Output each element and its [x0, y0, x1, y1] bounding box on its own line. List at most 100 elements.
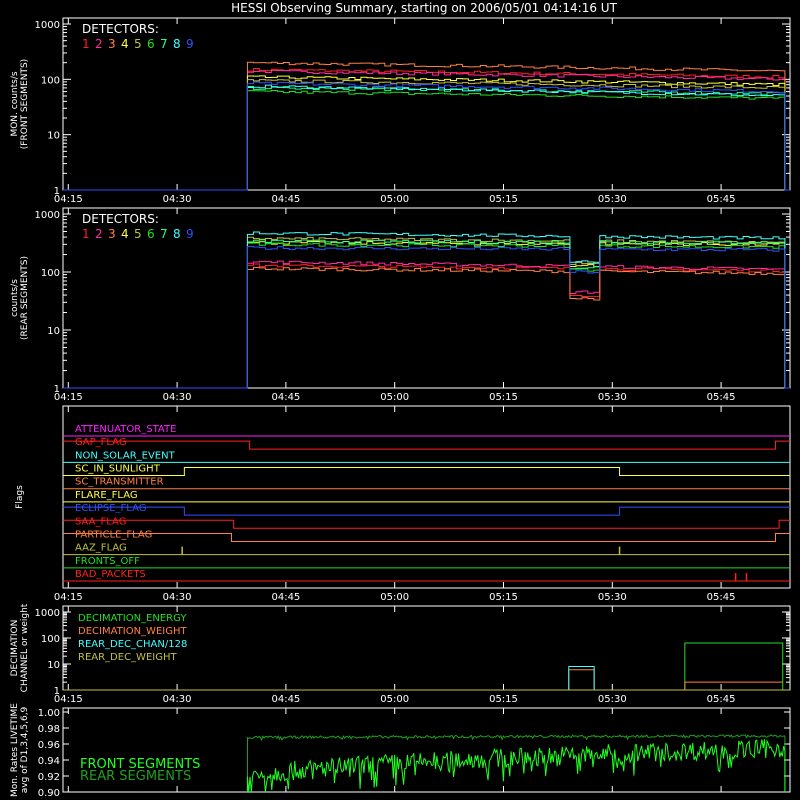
rear-y-label: counts/s: [10, 279, 20, 317]
decimation-panel: DECIMATION CHANNEL or weight 110100100004:…: [10, 603, 791, 705]
flag-label: PARTICLE_FLAG: [75, 529, 152, 540]
front-legend-entry: 7: [160, 37, 168, 51]
decimation-x-tick-label: 05:00: [380, 694, 409, 705]
front-panel: MON. counts/s (FRONT SEGMENTS) 1 10 100 1000 0…: [10, 17, 791, 205]
rear-y-tick-label: 1000: [35, 210, 60, 221]
flag-label: SC_TRANSMITTER: [75, 477, 164, 488]
flags-x-tick-label: 04:15: [54, 592, 83, 603]
flag-label: AAZ_FLAG: [75, 543, 127, 554]
front-legend-entry: 2: [95, 37, 103, 51]
rear-series-8: [63, 231, 790, 389]
rear-legend-title: DETECTORS:: [82, 212, 159, 226]
rear-series-4: [63, 240, 790, 389]
front-y-label: MON. counts/s: [10, 71, 20, 136]
rear-x-tick-label: 04:45: [271, 392, 300, 403]
livetime-panel: Mon. Rates LIVETIME avg of D1,3,4,5,6,9 0.…: [10, 703, 791, 799]
flag-label: SC_IN_SUNLIGHT: [75, 464, 161, 475]
front-series-6: [63, 90, 790, 191]
front-x-tick-label: 04:30: [163, 194, 192, 205]
rear-legend-entry: 4: [121, 227, 129, 241]
front-legend-entry: 6: [147, 37, 155, 51]
rear-x-tick-label: 05:30: [598, 392, 627, 403]
livetime-series: [246, 738, 786, 793]
front-series-4: [63, 75, 790, 191]
rear-y-label: (REAR SEGMENTS): [20, 256, 30, 340]
flag-label: FRONTS_OFF: [75, 556, 140, 567]
rear-x-tick-label: 05:00: [380, 392, 409, 403]
livetime-y-tick-label: 0.94: [38, 756, 60, 767]
front-legend-entry: 3: [108, 37, 116, 51]
rear-y-tick-label: 100: [41, 268, 60, 279]
livetime-y-label: Mon. Rates LIVETIME: [10, 703, 20, 797]
livetime-y-label: avg of D1,3,4,5,6,9: [20, 706, 30, 793]
flag-label: NON_SOLAR_EVENT: [75, 450, 176, 461]
livetime-y-tick-label: 0.98: [38, 724, 60, 735]
rear-legend-entry: 9: [186, 227, 194, 241]
flags-x-tick-label: 04:45: [271, 592, 300, 603]
decimation-x-tick-label: 04:45: [271, 694, 300, 705]
front-series-3: [63, 61, 790, 191]
flags-x-tick-label: 05:00: [380, 592, 409, 603]
front-legend-entry: 1: [82, 37, 90, 51]
front-y-tick-label: 10: [47, 131, 60, 142]
rear-panel: counts/s (REAR SEGMENTS) 1 10 100 1000 04:15 04…: [10, 207, 791, 403]
decimation-series: [63, 669, 783, 691]
front-x-tick-label: 05:30: [598, 194, 627, 205]
decimation-series: [63, 666, 790, 691]
decimation-x-tick-label: 05:15: [489, 694, 518, 705]
decimation-y-tick-label: 100: [41, 634, 60, 645]
decimation-y-label: DECIMATION: [10, 620, 20, 677]
flag-line: [63, 506, 790, 516]
decimation-series: [63, 642, 784, 691]
flag-line: [63, 467, 790, 477]
front-x-tick-label: 05:00: [380, 194, 409, 205]
observing-summary-figure: HESSI Observing Summary, starting on 200…: [10, 1, 791, 799]
rear-series-5: [63, 236, 790, 389]
front-series-7: [63, 86, 790, 191]
rear-y-tick-label: 10: [47, 326, 60, 337]
flags-x-tick-label: 05:30: [598, 592, 627, 603]
front-series-1: [63, 67, 790, 191]
decimation-x-tick-label: 04:30: [163, 694, 192, 705]
flags-panel: Flags 04:15 04:30 04:45 05:00 05:15 05:30 05:45…: [15, 405, 791, 603]
flag-label: ATTENUATOR_STATE: [75, 424, 176, 435]
flag-label: SAA_FLAG: [75, 516, 126, 527]
rear-legend-entry: 3: [108, 227, 116, 241]
rear-x-tick-label: 05:45: [707, 392, 736, 403]
flag-label: GAP_FLAG: [75, 437, 127, 448]
rear-x-tick-label: 04:30: [163, 392, 192, 403]
rear-series-3: [63, 266, 790, 389]
rear-legend-entry: 1: [82, 227, 90, 241]
front-x-tick-label: 05:45: [707, 194, 736, 205]
decimation-y-tick-label: 1000: [35, 608, 60, 619]
livetime-legend-entry: REAR SEGMENTS: [80, 769, 191, 784]
front-legend-entry: 9: [186, 37, 194, 51]
rear-series-7: [63, 239, 790, 389]
rear-legend-entry: 2: [95, 227, 103, 241]
front-legend-entry: 8: [173, 37, 181, 51]
rear-x-tick-label: 05:15: [489, 392, 518, 403]
decimation-x-tick-label: 05:45: [707, 694, 736, 705]
rear-legend-entry: 6: [147, 227, 155, 241]
flag-label: ECLIPSE_FLAG: [75, 503, 146, 514]
front-x-tick-label: 04:15: [54, 194, 83, 205]
front-x-tick-label: 04:45: [271, 194, 300, 205]
flags-x-tick-label: 04:30: [163, 592, 192, 603]
flag-line: [63, 532, 790, 542]
decimation-legend-entry: DECIMATION_WEIGHT: [78, 626, 187, 637]
rear-x-tick-label: 04:15: [54, 392, 83, 403]
rear-legend-entry: 5: [134, 227, 142, 241]
flag-label: BAD_PACKETS: [75, 569, 146, 580]
livetime-y-tick-label: 1.00: [38, 708, 60, 719]
livetime-y-tick-label: 0.92: [38, 772, 60, 783]
front-legend-title: DETECTORS:: [82, 22, 159, 36]
figure-title: HESSI Observing Summary, starting on 200…: [231, 1, 617, 15]
flags-x-tick-label: 05:45: [707, 592, 736, 603]
front-y-tick-label: 100: [41, 75, 60, 86]
front-legend-entry: 5: [134, 37, 142, 51]
decimation-y-tick-label: 10: [47, 660, 60, 671]
rear-legend-entry: 8: [173, 227, 181, 241]
front-legend-entry: 4: [121, 37, 129, 51]
flag-line: [63, 440, 790, 450]
flags-x-tick-label: 05:15: [489, 592, 518, 603]
